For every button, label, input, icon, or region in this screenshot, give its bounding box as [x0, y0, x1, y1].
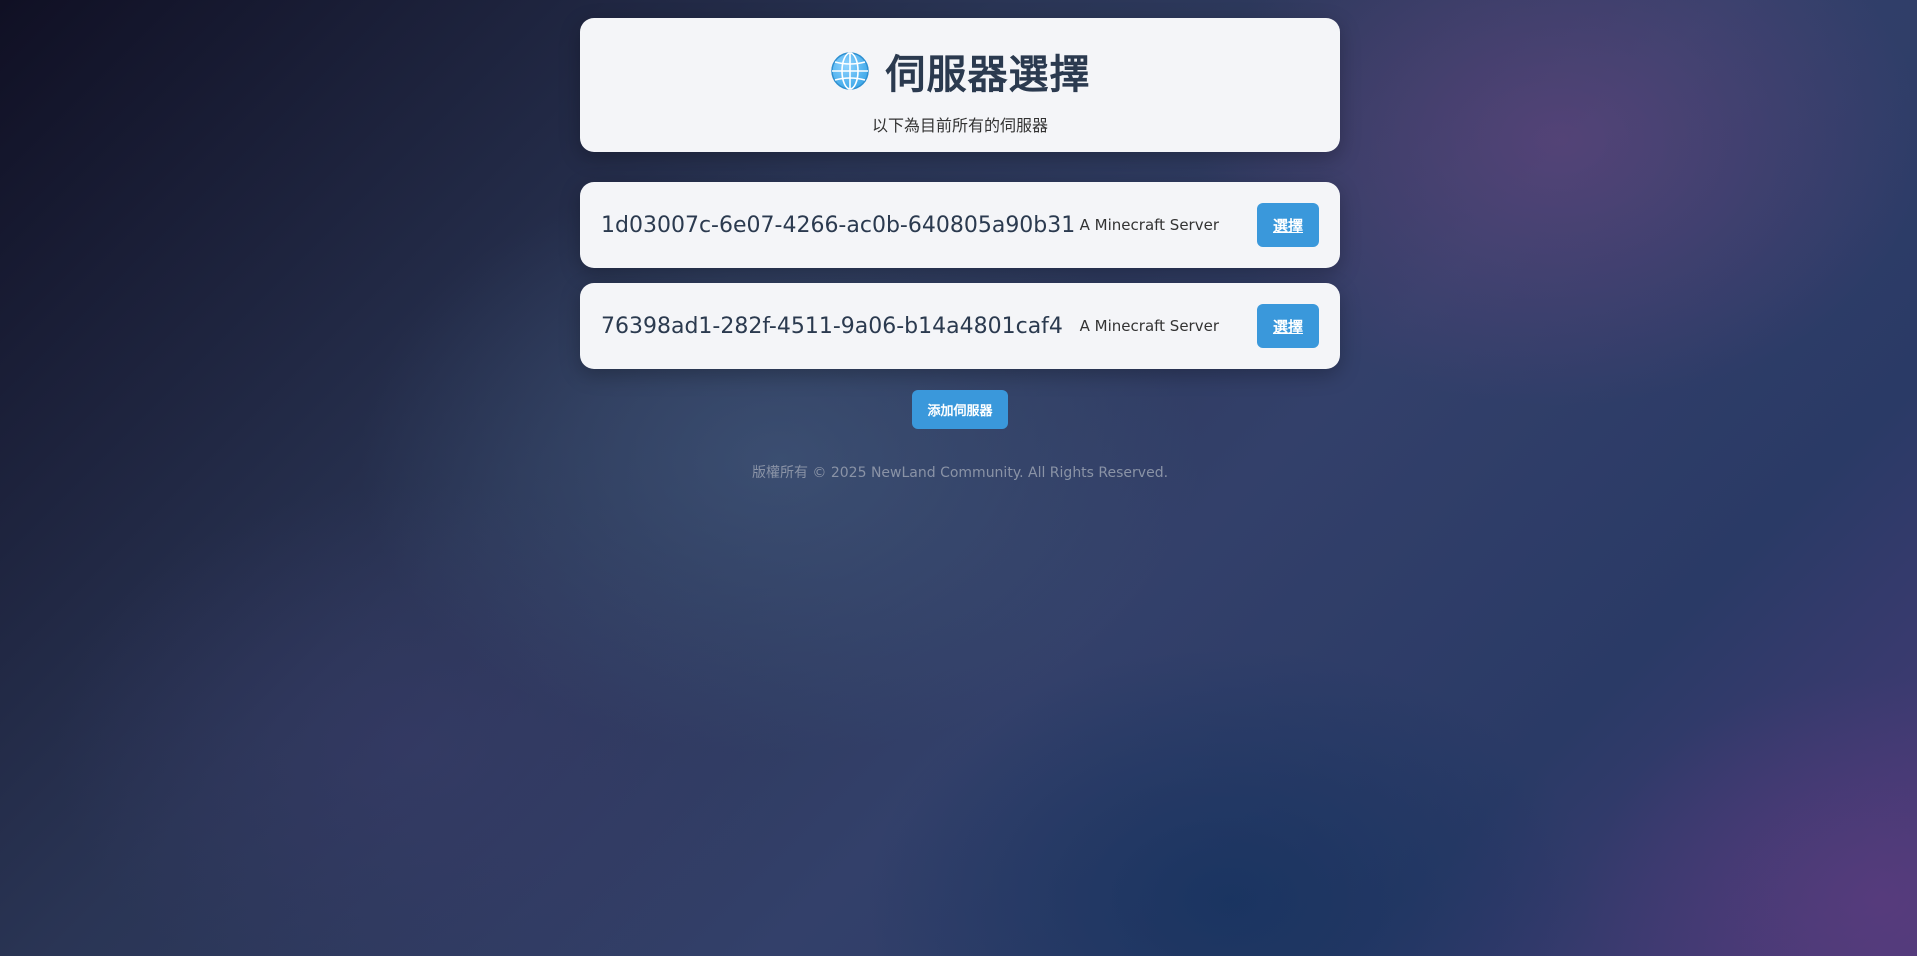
server-id: 76398ad1-282f-4511-9a06-b14a4801caf4: [601, 313, 1063, 339]
server-description: A Minecraft Server: [1079, 216, 1219, 234]
server-item: 76398ad1-282f-4511-9a06-b14a4801caf4 A M…: [580, 283, 1340, 369]
header-card: 伺服器選擇 以下為目前所有的伺服器: [580, 18, 1340, 152]
page-subtitle: 以下為目前所有的伺服器: [871, 116, 1048, 135]
add-server-button[interactable]: 添加伺服器: [912, 390, 1008, 429]
footer-copyright: 版權所有 © 2025 NewLand Community. All Right…: [751, 465, 1169, 481]
globe-icon: [830, 51, 870, 91]
page-title: 伺服器選擇: [885, 52, 1091, 98]
main-container: 伺服器選擇 以下為目前所有的伺服器 1d03007c-6e07-4266-ac0…: [580, 18, 1340, 482]
add-server-wrapper: 添加伺服器: [580, 390, 1340, 429]
title-row: 伺服器選擇: [580, 42, 1340, 100]
server-id: 1d03007c-6e07-4266-ac0b-640805a90b31: [601, 212, 1076, 238]
select-server-button[interactable]: 選擇: [1257, 203, 1319, 247]
server-item: 1d03007c-6e07-4266-ac0b-640805a90b31 A M…: [580, 182, 1340, 268]
select-server-button[interactable]: 選擇: [1257, 304, 1319, 348]
server-description: A Minecraft Server: [1079, 317, 1219, 335]
